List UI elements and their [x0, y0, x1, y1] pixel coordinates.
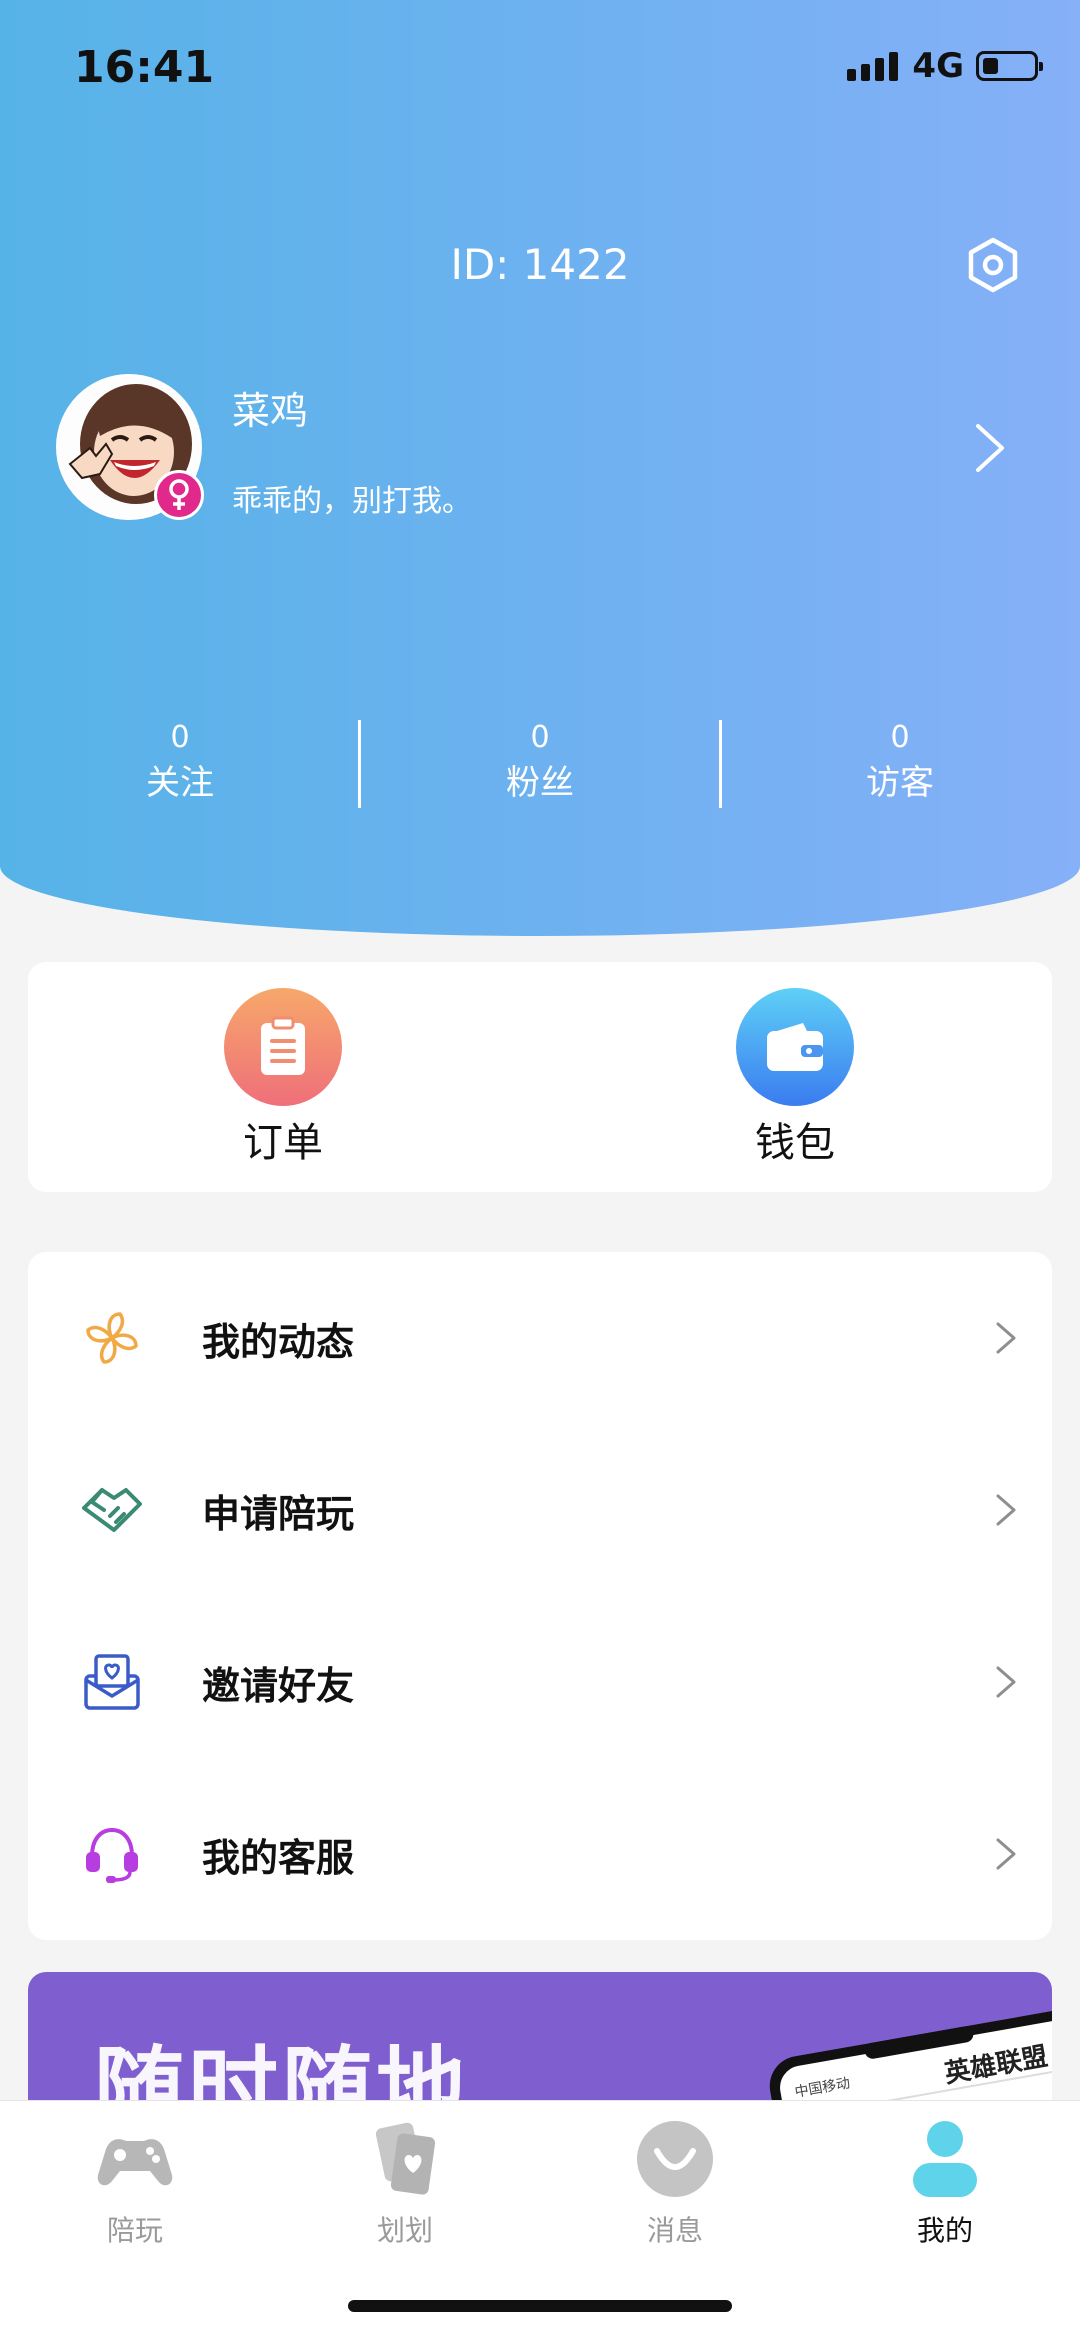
- orders-label: 订单: [243, 1120, 323, 1166]
- battery-icon: [976, 51, 1043, 81]
- wallet-icon: [736, 988, 854, 1106]
- menu-label: 我的动态: [202, 1319, 355, 1364]
- quick-actions-card: 订单 钱包: [28, 962, 1052, 1192]
- gamepad-icon: [97, 2139, 173, 2186]
- menu-item-invite-friends[interactable]: 邀请好友: [28, 1596, 1052, 1768]
- banner-headline: 随时随地: [94, 2037, 470, 2102]
- tab-me[interactable]: 我的: [875, 2119, 1015, 2249]
- stat-fans[interactable]: 0 粉丝: [360, 718, 720, 808]
- menu-item-apply-companion[interactable]: 申请陪玩: [28, 1424, 1052, 1596]
- stat-divider: [358, 720, 361, 808]
- menu-label: 邀请好友: [202, 1663, 355, 1708]
- tab-label: 划划: [376, 2214, 433, 2247]
- chevron-right-icon: [996, 1838, 1016, 1870]
- status-indicators: 4G: [847, 46, 1043, 86]
- pinwheel-icon: [86, 1312, 138, 1364]
- settings-icon[interactable]: [964, 236, 1022, 294]
- cards-icon: [375, 2122, 436, 2195]
- signal-icon: [847, 51, 899, 81]
- wallet-button[interactable]: 钱包: [695, 988, 895, 1168]
- stat-label: 粉丝: [506, 763, 574, 803]
- tab-label: 陪玩: [106, 2214, 163, 2247]
- network-type: 4G: [912, 46, 964, 86]
- stat-count: 0: [530, 720, 550, 755]
- chevron-right-icon[interactable]: [970, 420, 1010, 476]
- stat-divider: [719, 720, 722, 808]
- menu-item-my-posts[interactable]: 我的动态: [28, 1252, 1052, 1424]
- menu-label: 我的客服: [202, 1835, 355, 1880]
- avatar[interactable]: [56, 374, 204, 520]
- stats-row: 0 关注 0 粉丝 0 访客: [0, 718, 1080, 808]
- tab-swipe[interactable]: 划划: [335, 2119, 475, 2249]
- stat-label: 关注: [146, 763, 214, 803]
- tab-companion[interactable]: 陪玩: [65, 2119, 205, 2249]
- user-id: ID: 1422: [450, 240, 630, 289]
- menu-list: 我的动态 申请陪玩 邀请好友 我的客服: [28, 1252, 1052, 1940]
- chevron-right-icon: [996, 1322, 1016, 1354]
- stat-label: 访客: [866, 763, 934, 803]
- wallet-label: 钱包: [755, 1120, 835, 1166]
- tab-label: 我的: [916, 2214, 973, 2247]
- status-time: 16:41: [74, 42, 215, 93]
- headset-icon: [86, 1827, 138, 1883]
- phone-illustration: 中国移动 英雄联盟: [769, 2009, 1052, 2102]
- invite-envelope-icon: [84, 1654, 140, 1710]
- promo-banner[interactable]: 随时随地 中国移动 英雄联盟: [28, 1972, 1052, 2102]
- clipboard-icon: [224, 988, 342, 1106]
- chevron-right-icon: [996, 1666, 1016, 1698]
- handshake-icon: [82, 1488, 142, 1532]
- user-nickname: 菜鸡: [232, 389, 309, 433]
- stat-visitors[interactable]: 0 访客: [720, 718, 1080, 808]
- orders-button[interactable]: 订单: [183, 988, 383, 1168]
- female-gender-icon: [154, 470, 204, 520]
- tab-messages[interactable]: 消息: [605, 2119, 745, 2249]
- menu-item-customer-service[interactable]: 我的客服: [28, 1768, 1052, 1940]
- tab-label: 消息: [646, 2214, 703, 2247]
- chevron-right-icon: [996, 1494, 1016, 1526]
- profile-icon: [913, 2121, 977, 2197]
- user-signature: 乖乖的，别打我。: [232, 484, 472, 519]
- message-smile-icon: [637, 2121, 713, 2197]
- stat-following[interactable]: 0 关注: [0, 718, 360, 808]
- menu-label: 申请陪玩: [202, 1491, 355, 1536]
- profile-header: 16:41 4G ID: 1422 菜鸡 乖乖的，别打我。 0 关注 0 粉丝 …: [0, 0, 1080, 936]
- stat-count: 0: [170, 720, 190, 755]
- home-indicator[interactable]: [348, 2300, 732, 2312]
- stat-count: 0: [890, 720, 910, 755]
